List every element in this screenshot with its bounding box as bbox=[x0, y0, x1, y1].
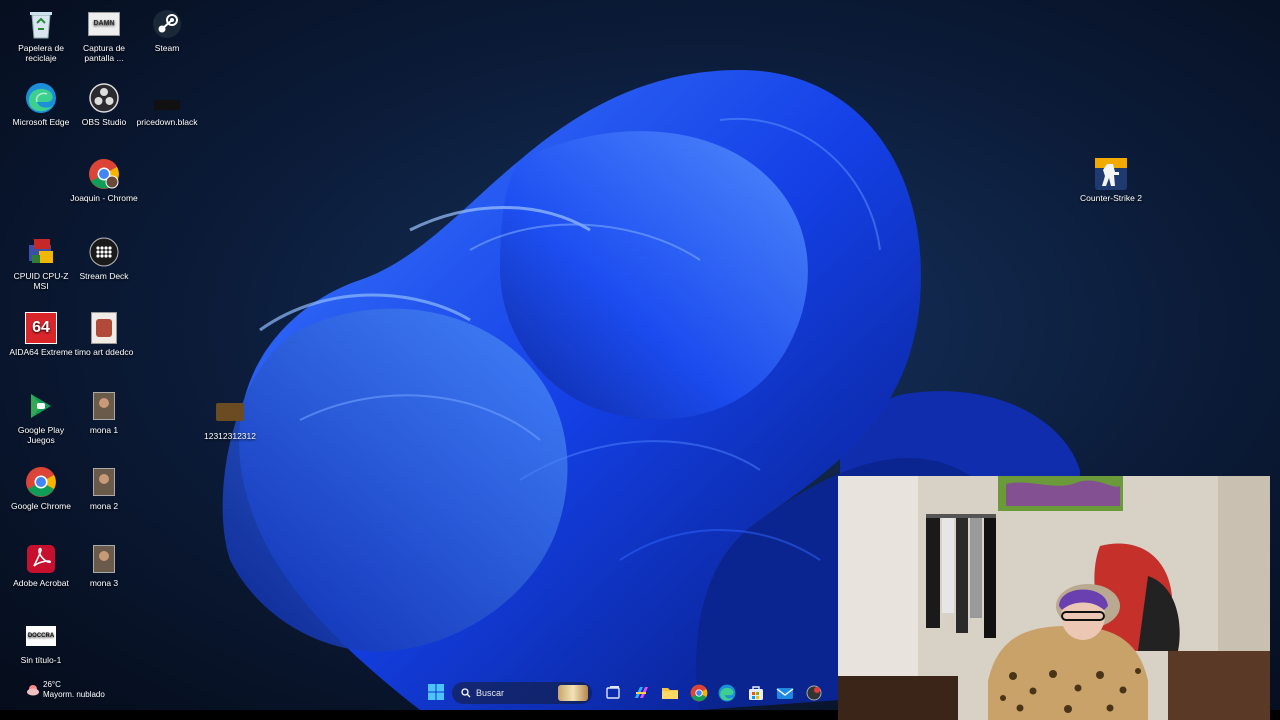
desktop-icon-label: Google Play Juegos bbox=[17, 425, 65, 445]
red-app-button[interactable] bbox=[805, 684, 823, 702]
desktop-icon-label: 12312312312 bbox=[203, 431, 256, 441]
mail-icon bbox=[776, 688, 794, 699]
store-button[interactable] bbox=[747, 684, 765, 702]
aida64-icon: 64 bbox=[25, 312, 57, 344]
image-file-icon bbox=[88, 390, 120, 422]
desktop-icon-label: mona 1 bbox=[89, 425, 119, 435]
taskbar-search-box[interactable]: Buscar bbox=[452, 682, 592, 704]
desktop-icon-mona1[interactable]: mona 1 bbox=[68, 390, 140, 435]
desktop-icon-label: Counter-Strike 2 bbox=[1080, 193, 1142, 203]
copilot-icon bbox=[635, 687, 648, 698]
stream-deck-icon bbox=[88, 236, 120, 268]
desktop-icon-chrome[interactable]: Google Chrome bbox=[5, 466, 77, 511]
edge-taskbar-button[interactable] bbox=[718, 684, 736, 702]
desktop-icon-aida64[interactable]: 64 AIDA64 Extreme bbox=[5, 312, 77, 357]
document-file-icon: DOCCRA bbox=[25, 620, 57, 652]
desktop-icon-label: Microsoft Edge bbox=[12, 117, 70, 127]
chrome-profile-icon bbox=[88, 158, 120, 190]
desktop-icon-cpuz[interactable]: CPUID CPU-Z MSI bbox=[5, 236, 77, 291]
search-placeholder: Buscar bbox=[476, 688, 505, 698]
desktop-icon-label: OBS Studio bbox=[81, 117, 127, 127]
desktop-icon-stream-deck[interactable]: Stream Deck bbox=[68, 236, 140, 281]
copilot-button[interactable] bbox=[632, 684, 650, 702]
desktop-icon-label: mona 3 bbox=[89, 578, 119, 588]
file-thumbnail-text: DOCCRA bbox=[26, 626, 56, 646]
desktop-icon-label: CPUID CPU-Z MSI bbox=[13, 271, 69, 291]
mail-button[interactable] bbox=[776, 684, 794, 702]
obs-icon bbox=[88, 82, 120, 114]
taskbar bbox=[0, 676, 840, 710]
weather-temperature: 26°C bbox=[43, 680, 61, 689]
desktop-icon-label: Sin título-1 bbox=[20, 655, 62, 665]
chrome-taskbar-button[interactable] bbox=[690, 684, 708, 702]
desktop-icon-counter-strike[interactable]: Counter-Strike 2 bbox=[1075, 158, 1147, 203]
font-file-icon bbox=[151, 82, 183, 114]
desktop-icon-label: timo art ddedco bbox=[74, 347, 134, 357]
desktop-icon-label: Papelera de reciclaje bbox=[18, 43, 64, 63]
file-explorer-button[interactable] bbox=[661, 684, 679, 702]
desktop-icon-12312312312[interactable]: 12312312312 bbox=[194, 396, 266, 441]
desktop-icon-sin-titulo[interactable]: DOCCRA Sin título-1 bbox=[5, 620, 77, 665]
screenshot-file-icon: DAMN bbox=[88, 8, 120, 40]
red-app-icon bbox=[806, 685, 822, 701]
desktop-icon-steam[interactable]: Steam bbox=[131, 8, 203, 53]
aida64-badge: 64 bbox=[25, 312, 57, 344]
windows-start-icon bbox=[428, 684, 444, 700]
desktop-icon-label: Google Chrome bbox=[10, 501, 71, 511]
desktop-icon-label: Captura de pantalla ... bbox=[82, 43, 126, 63]
chrome-icon bbox=[690, 684, 708, 702]
recycle-bin-icon bbox=[25, 8, 57, 40]
store-icon bbox=[749, 686, 763, 700]
desktop-icon-label: Stream Deck bbox=[79, 271, 129, 281]
webcam-overlay bbox=[838, 476, 1270, 720]
desktop-icon-mona3[interactable]: mona 3 bbox=[68, 543, 140, 588]
desktop-icon-label: mona 2 bbox=[89, 501, 119, 511]
weather-widget[interactable]: 26°C Mayorm. nublado bbox=[26, 680, 105, 700]
desktop-icon-recycle-bin[interactable]: Papelera de reciclaje bbox=[5, 8, 77, 63]
counter-strike-icon bbox=[1095, 158, 1127, 190]
file-thumbnail-text: DAMN bbox=[88, 12, 120, 36]
cpuz-icon bbox=[25, 236, 57, 268]
desktop-icon-joaquin-chrome[interactable]: Joaquin - Chrome bbox=[68, 158, 140, 203]
task-view-button[interactable] bbox=[604, 684, 622, 702]
desktop-icon-timo-art[interactable]: timo art ddedco bbox=[68, 312, 140, 357]
file-explorer-icon bbox=[662, 688, 678, 699]
acrobat-icon bbox=[25, 543, 57, 575]
desktop-icon-label: Adobe Acrobat bbox=[13, 578, 69, 588]
image-file-icon bbox=[88, 312, 120, 344]
weather-cloud-icon bbox=[27, 685, 39, 696]
weather-condition: Mayorm. nublado bbox=[43, 690, 105, 699]
desktop-icon-acrobat[interactable]: Adobe Acrobat bbox=[5, 543, 77, 588]
steam-icon bbox=[151, 8, 183, 40]
task-view-icon bbox=[606, 686, 620, 699]
image-file-icon bbox=[88, 466, 120, 498]
desktop-icon-obs[interactable]: OBS Studio bbox=[68, 82, 140, 127]
edge-icon bbox=[25, 82, 57, 114]
desktop-icon-mona2[interactable]: mona 2 bbox=[68, 466, 140, 511]
desktop-icon-google-play[interactable]: Google Play Juegos bbox=[5, 390, 77, 445]
image-file-icon bbox=[214, 396, 246, 428]
desktop-icon-label: AIDA64 Extreme bbox=[9, 347, 73, 357]
desktop-icon-label: Joaquin - Chrome bbox=[70, 193, 138, 203]
desktop-icon-pricedown[interactable]: pricedown.black bbox=[131, 82, 203, 127]
chrome-icon bbox=[25, 466, 57, 498]
google-play-games-icon bbox=[25, 390, 57, 422]
webcam-feed bbox=[838, 476, 1270, 720]
edge-icon bbox=[718, 684, 736, 702]
desktop-icon-edge[interactable]: Microsoft Edge bbox=[5, 82, 77, 127]
desktop-icon-label: pricedown.black bbox=[136, 117, 198, 127]
search-icon bbox=[461, 688, 471, 698]
desktop-icon-screenshot[interactable]: DAMN Captura de pantalla ... bbox=[68, 8, 140, 63]
image-file-icon bbox=[88, 543, 120, 575]
search-highlight-image bbox=[558, 685, 588, 701]
desktop-icon-label: Steam bbox=[154, 43, 180, 53]
windows-start-button[interactable] bbox=[428, 684, 444, 700]
